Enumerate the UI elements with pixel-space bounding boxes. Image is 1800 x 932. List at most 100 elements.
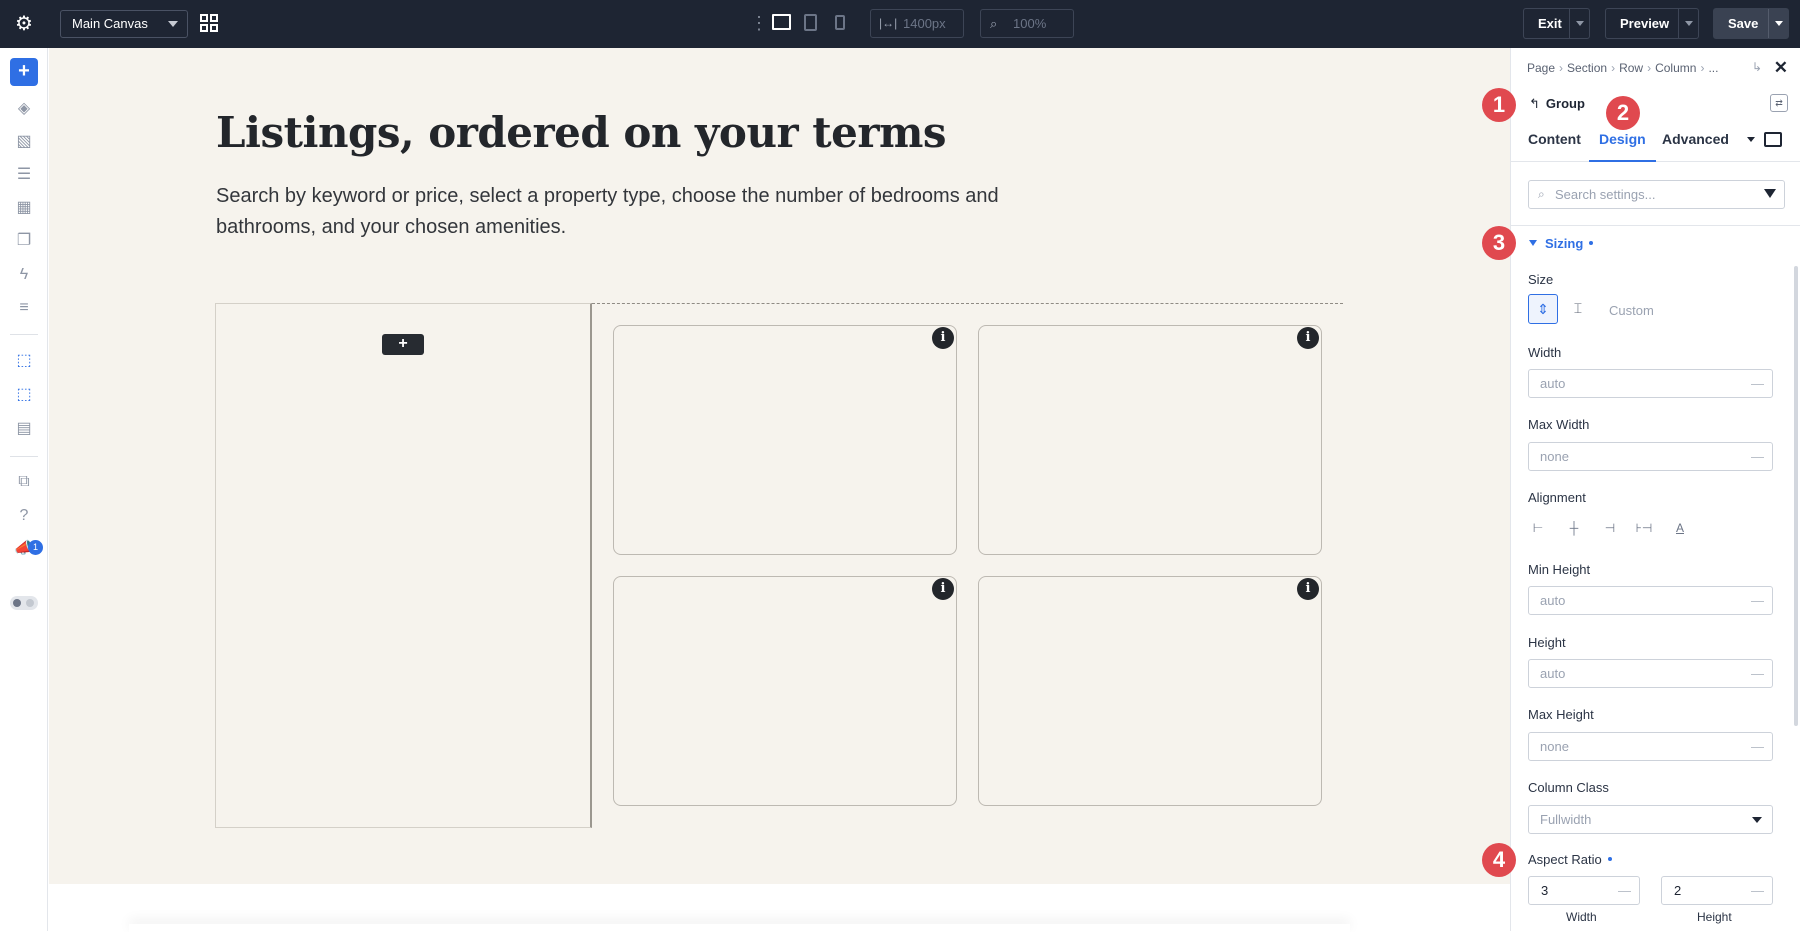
chevron-down-icon <box>1752 817 1762 823</box>
aspect-width-value: 3 <box>1541 883 1549 898</box>
back-arrow-icon: ↰ <box>1529 96 1540 111</box>
listing-card[interactable]: i <box>613 325 957 555</box>
group-outline <box>592 303 1343 304</box>
width-placeholder: auto <box>1540 376 1566 391</box>
step-badge: 2 <box>1606 96 1640 130</box>
unit-dash-icon[interactable]: — <box>1751 443 1764 470</box>
select-cursor-icon[interactable]: ⬚ <box>13 350 35 372</box>
more-dots-icon[interactable]: ⋮ <box>750 12 768 34</box>
preview-dropdown-icon[interactable] <box>1678 9 1698 38</box>
aspect-ratio-label: Aspect Ratio <box>1528 852 1612 867</box>
size-fill-icon[interactable]: ⇕ <box>1528 294 1558 324</box>
theme-builder-icon[interactable]: ▧ <box>13 131 35 153</box>
sidebar-divider <box>10 456 38 457</box>
template-settings-icon[interactable]: ▤ <box>13 418 35 440</box>
add-module-button[interactable]: + <box>382 334 424 355</box>
preview-box-icon[interactable] <box>1764 132 1782 147</box>
canvas-width-value: 1400px <box>903 16 946 31</box>
info-icon[interactable]: i <box>1297 327 1319 349</box>
multi-select-icon[interactable]: ⬚ <box>13 384 35 406</box>
align-left-icon[interactable]: ⊢ <box>1528 520 1548 536</box>
column-class-select[interactable]: Fullwidth <box>1528 805 1773 834</box>
tab-content[interactable]: Content <box>1528 128 1581 162</box>
unit-dash-icon[interactable]: — <box>1751 733 1764 760</box>
max-width-input[interactable]: none — <box>1528 442 1773 471</box>
breadcrumb-page[interactable]: Page <box>1527 61 1555 75</box>
desktop-view-icon[interactable] <box>772 14 791 30</box>
sliders-icon[interactable]: ⇄ <box>1770 94 1788 112</box>
size-custom-option[interactable]: Custom <box>1609 303 1654 318</box>
group-back-link[interactable]: ↰ Group <box>1529 96 1585 112</box>
modified-dot <box>1607 857 1612 861</box>
listing-card[interactable]: i <box>978 325 1322 555</box>
settings-search-input[interactable]: ⌕ Search settings... <box>1528 180 1785 209</box>
save-dropdown-icon[interactable] <box>1768 9 1788 38</box>
aspect-width-input[interactable]: 3— <box>1528 876 1640 905</box>
modified-dot <box>1589 241 1594 245</box>
forms-icon[interactable]: ▦ <box>13 197 35 219</box>
listing-card[interactable]: i <box>613 576 957 806</box>
breadcrumb-row[interactable]: Row <box>1619 61 1643 75</box>
filter-icon[interactable] <box>1764 189 1776 198</box>
width-input[interactable]: auto — <box>1528 369 1773 398</box>
phone-view-icon[interactable] <box>835 15 845 30</box>
add-element-button[interactable]: + <box>10 58 38 86</box>
aspect-height-value: 2 <box>1674 883 1682 898</box>
database-icon[interactable]: ☰ <box>13 164 35 186</box>
exit-button[interactable]: Exit <box>1523 8 1590 39</box>
shortcut-icon[interactable]: ↳ <box>1752 60 1762 74</box>
align-right-icon[interactable]: ⊣ <box>1600 520 1620 536</box>
tab-design[interactable]: Design <box>1589 128 1656 162</box>
exit-dropdown-icon[interactable] <box>1569 9 1589 38</box>
expand-triangle-icon <box>1529 240 1537 246</box>
list-icon[interactable]: ≡ <box>13 297 35 319</box>
close-icon[interactable]: ✕ <box>1774 58 1788 78</box>
align-justify-icon[interactable]: ⊦⊣ <box>1634 520 1654 536</box>
breadcrumb-section[interactable]: Section <box>1567 61 1607 75</box>
canvas-select[interactable]: Main Canvas <box>60 10 188 38</box>
info-icon[interactable]: i <box>932 578 954 600</box>
tablet-view-icon[interactable] <box>804 14 817 31</box>
align-center-icon[interactable]: ┼ <box>1564 520 1584 536</box>
unit-dash-icon[interactable]: — <box>1751 587 1764 614</box>
tab-advanced[interactable]: Advanced <box>1662 128 1729 162</box>
pages-icon[interactable]: ❐ <box>13 230 35 252</box>
breadcrumb-column[interactable]: Column <box>1655 61 1696 75</box>
tabs-more-icon[interactable] <box>1747 137 1755 142</box>
mode-toggle[interactable] <box>10 596 38 610</box>
unit-dash-icon[interactable]: — <box>1751 660 1764 687</box>
panel-scrollbar[interactable] <box>1794 266 1798 726</box>
min-height-label: Min Height <box>1528 562 1591 577</box>
zoom-value: 100% <box>1013 16 1047 31</box>
save-label: Save <box>1728 16 1759 31</box>
listing-card[interactable]: i <box>978 576 1322 806</box>
layers-icon[interactable]: ◈ <box>13 98 35 120</box>
unit-dash-icon[interactable]: — <box>1751 877 1764 904</box>
save-button[interactable]: Save <box>1713 8 1789 39</box>
breadcrumb-more[interactable]: ... <box>1708 61 1718 75</box>
layout-grid-icon[interactable] <box>200 14 218 32</box>
max-height-placeholder: none <box>1540 739 1569 754</box>
alignment-label: Alignment <box>1528 490 1586 505</box>
settings-gear-icon[interactable]: ⚙ <box>12 12 36 36</box>
min-height-input[interactable]: auto — <box>1528 586 1773 615</box>
info-icon[interactable]: i <box>1297 578 1319 600</box>
help-icon[interactable]: ? <box>13 505 35 527</box>
aspect-width-caption: Width <box>1566 910 1597 924</box>
filter-column[interactable] <box>215 303 592 828</box>
unit-dash-icon[interactable]: — <box>1751 370 1764 397</box>
sizing-section-toggle[interactable]: Sizing <box>1529 236 1594 251</box>
preview-button[interactable]: Preview <box>1605 8 1699 39</box>
max-height-input[interactable]: none — <box>1528 732 1773 761</box>
aspect-height-input[interactable]: 2— <box>1661 876 1773 905</box>
library-icon[interactable]: ⧉ <box>13 471 35 493</box>
zoom-field[interactable]: ⌕ 100% <box>980 9 1074 38</box>
size-fit-icon[interactable]: ⌶ <box>1563 294 1593 324</box>
align-text-icon[interactable]: A <box>1670 520 1690 536</box>
sidebar-divider <box>10 334 38 335</box>
height-input[interactable]: auto — <box>1528 659 1773 688</box>
canvas-width-field[interactable]: |↔| 1400px <box>870 9 964 38</box>
info-icon[interactable]: i <box>932 327 954 349</box>
interactions-bolt-icon[interactable]: ϟ <box>13 264 35 286</box>
unit-dash-icon[interactable]: — <box>1618 877 1631 904</box>
